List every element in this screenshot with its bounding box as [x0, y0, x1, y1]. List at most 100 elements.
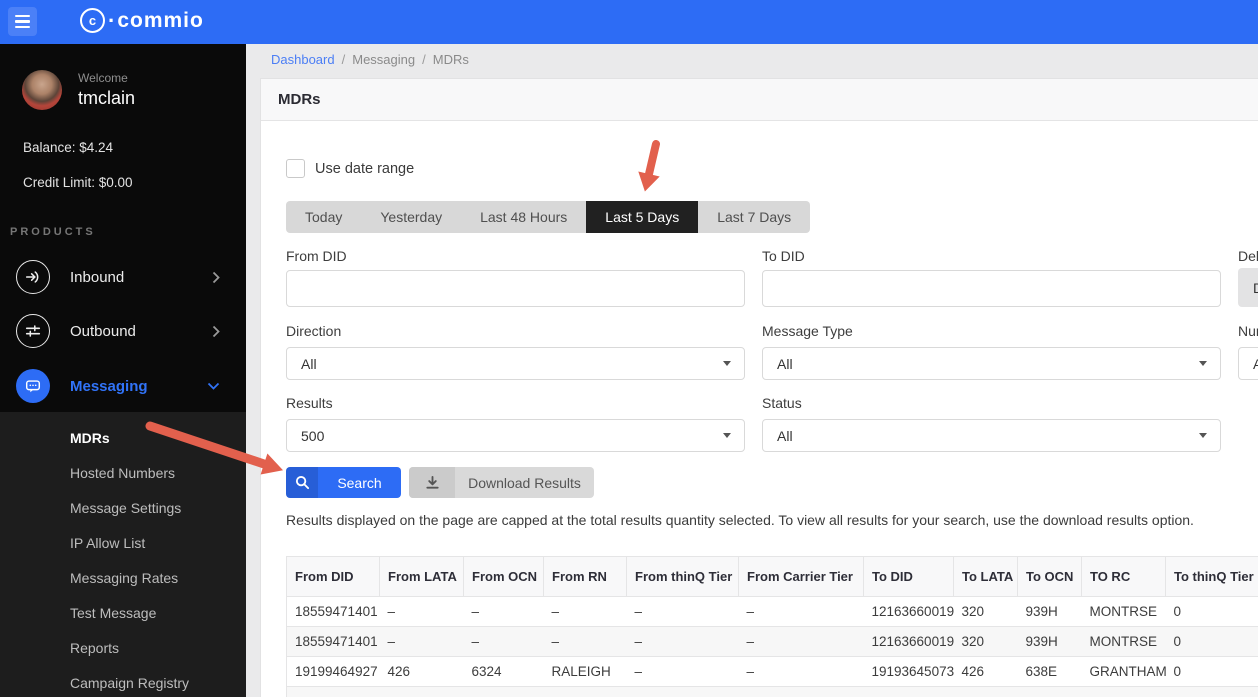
cell: 0	[1165, 656, 1258, 687]
sidebar-item-outbound[interactable]: Outbound	[0, 313, 246, 349]
hamburger-menu-icon[interactable]	[8, 7, 37, 36]
status-select[interactable]: All	[762, 419, 1221, 452]
search-button[interactable]: Search	[286, 467, 401, 498]
cell: –	[379, 596, 464, 627]
submenu-item-messaging-rates[interactable]: Messaging Rates	[0, 560, 246, 595]
submenu-item-mdrs[interactable]: MDRs	[0, 420, 246, 455]
brand-logo[interactable]: c · commio	[80, 8, 204, 33]
number-select[interactable]: A	[1238, 347, 1258, 380]
range-button-today[interactable]: Today	[286, 201, 362, 233]
avatar[interactable]	[22, 70, 62, 110]
chevron-down-icon	[207, 382, 220, 390]
col-from-thinq-tier: From thinQ Tier	[626, 556, 739, 597]
download-icon	[409, 467, 455, 498]
delivery-label: Deli	[1238, 248, 1258, 264]
cell: RALEIGH	[543, 656, 627, 687]
breadcrumb-messaging: Messaging	[352, 52, 416, 67]
direction-select[interactable]: All	[286, 347, 745, 380]
results-select[interactable]: 500	[286, 419, 745, 452]
cell: GRANTHAM	[1081, 656, 1166, 687]
welcome-label: Welcome	[78, 71, 128, 85]
use-date-range-row: Use date range	[286, 159, 414, 178]
cell: 18559471401	[286, 626, 380, 657]
sidebar-item-messaging[interactable]: Messaging	[0, 368, 246, 404]
breadcrumb: Dashboard / Messaging / MDRs	[271, 52, 469, 67]
message-type-value: All	[777, 355, 793, 372]
col-to-thinq-tier: To thinQ Tier	[1165, 556, 1258, 597]
results-value: 500	[301, 427, 325, 444]
status-value: All	[777, 427, 793, 444]
mdrs-card-body: Use date range Today Yesterday Last 48 H…	[261, 121, 1258, 697]
submenu-item-reports[interactable]: Reports	[0, 630, 246, 665]
breadcrumb-dashboard[interactable]: Dashboard	[271, 52, 335, 67]
message-type-label: Message Type	[762, 323, 853, 339]
col-to-ocn: To OCN	[1017, 556, 1082, 597]
breadcrumb-separator: /	[422, 52, 426, 67]
cell: 19193645073	[863, 656, 954, 687]
to-did-input[interactable]	[762, 270, 1221, 307]
cell: 320	[953, 626, 1018, 657]
cell: 6324	[463, 656, 544, 687]
results-cap-note: Results displayed on the page are capped…	[286, 512, 1194, 528]
download-button-label: Download Results	[468, 474, 581, 491]
cell: –	[738, 626, 864, 657]
cell: MONTRSE	[1081, 626, 1166, 657]
cell: 320	[953, 596, 1018, 627]
results-label: Results	[286, 395, 333, 411]
caret-down-icon	[1199, 433, 1207, 438]
cell: 939H	[1017, 596, 1082, 627]
submenu-item-campaign-registry[interactable]: Campaign Registry	[0, 665, 246, 697]
message-type-select[interactable]: All	[762, 347, 1221, 380]
submenu-item-test-message[interactable]: Test Message	[0, 595, 246, 630]
cell: –	[626, 596, 739, 627]
submenu-item-message-settings[interactable]: Message Settings	[0, 490, 246, 525]
submenu-item-hosted-numbers[interactable]: Hosted Numbers	[0, 455, 246, 490]
direction-label: Direction	[286, 323, 342, 339]
chevron-right-icon	[212, 325, 220, 338]
caret-down-icon	[1199, 361, 1207, 366]
search-icon	[286, 467, 318, 498]
cell: 12163660019	[863, 596, 954, 627]
credit-limit-label: Credit Limit: $0.00	[23, 175, 133, 190]
status-label: Status	[762, 395, 802, 411]
outbound-icon	[16, 314, 50, 348]
from-did-input[interactable]	[286, 270, 745, 307]
balance-label: Balance: $4.24	[23, 140, 114, 155]
brand-dot: ·	[108, 8, 116, 33]
search-button-label: Search	[337, 474, 382, 491]
messaging-submenu: MDRs Hosted Numbers Message Settings IP …	[0, 412, 246, 697]
download-results-button[interactable]: Download Results	[409, 467, 594, 498]
mdrs-card: MDRs Use date range Today Yesterday Last…	[260, 78, 1258, 697]
username: tmclain	[78, 88, 136, 108]
table-row[interactable]: 18559471401 – – – – – 12163660019 320 93…	[286, 626, 1258, 657]
range-button-last-5-days[interactable]: Last 5 Days	[586, 201, 699, 233]
submenu-item-ip-allow-list[interactable]: IP Allow List	[0, 525, 246, 560]
breadcrumb-mdrs: MDRs	[432, 52, 469, 67]
caret-down-icon	[723, 433, 731, 438]
range-button-last-48-hours[interactable]: Last 48 Hours	[461, 201, 587, 233]
cell: –	[543, 596, 627, 627]
use-date-range-checkbox[interactable]	[286, 159, 305, 178]
col-from-carrier-tier: From Carrier Tier	[738, 556, 864, 597]
number-label: Num	[1238, 323, 1258, 339]
col-to-lata: To LATA	[953, 556, 1018, 597]
table-header-row: From DID From LATA From OCN From RN From…	[286, 556, 1258, 597]
page-title: MDRs	[261, 79, 1258, 121]
cell: –	[626, 626, 739, 657]
use-date-range-label: Use date range	[315, 160, 415, 177]
range-button-yesterday[interactable]: Yesterday	[361, 201, 462, 233]
delivery-button[interactable]: D	[1238, 268, 1258, 307]
table-row[interactable]: 19199464927 426 6324 RALEIGH – – 1919364…	[286, 656, 1258, 687]
table-row[interactable]: 18559471401 – – – – – 12163660019 320 93…	[286, 596, 1258, 627]
products-section-label: PRODUCTS	[10, 226, 96, 238]
number-value: A	[1253, 355, 1258, 372]
col-from-ocn: From OCN	[463, 556, 544, 597]
brand-name: commio	[117, 9, 204, 32]
cell: –	[379, 626, 464, 657]
cell: 638E	[1017, 656, 1082, 687]
sidebar-item-inbound[interactable]: Inbound	[0, 259, 246, 295]
range-button-last-7-days[interactable]: Last 7 Days	[698, 201, 811, 233]
cell: MONTRSE	[1081, 596, 1166, 627]
date-range-button-group: Today Yesterday Last 48 Hours Last 5 Day…	[286, 201, 811, 233]
col-to-rc: TO RC	[1081, 556, 1166, 597]
